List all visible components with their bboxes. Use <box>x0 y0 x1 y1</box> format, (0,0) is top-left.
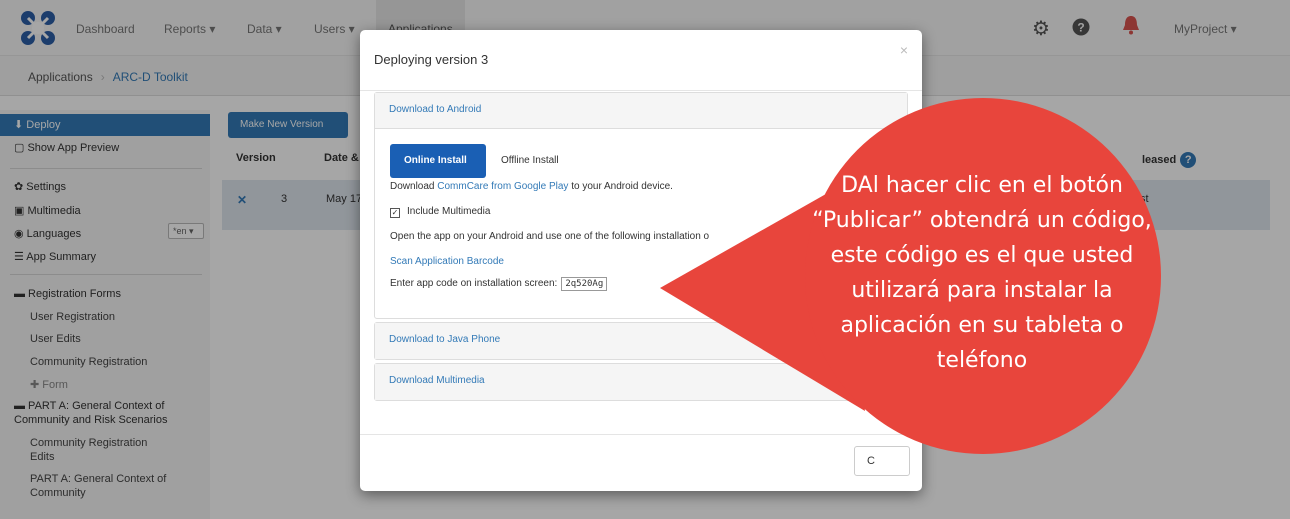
include-multimedia-checkbox[interactable]: ✓ <box>390 208 400 218</box>
modal-close-icon[interactable]: × <box>900 42 908 58</box>
include-multimedia-label: Include Multimedia <box>407 206 491 217</box>
download-commcare-text: Download CommCare from Google Play to yo… <box>390 181 673 192</box>
download-prefix: Download <box>390 181 435 192</box>
app-code-label: Enter app code on installation screen: <box>390 278 558 289</box>
app-code-row: Enter app code on installation screen: 2q… <box>390 277 608 291</box>
app-code-value: 2q520Ag <box>561 277 608 291</box>
modal-title: Deploying version 3 <box>374 52 489 67</box>
callout-text: DAl hacer clic en el botón “Publicar” ob… <box>812 173 1152 373</box>
online-install-button[interactable]: Online Install <box>390 144 486 178</box>
commcare-play-link[interactable]: CommCare from Google Play <box>437 181 568 192</box>
include-multimedia-row: ✓ Include Multimedia <box>390 206 490 218</box>
offline-install-tab[interactable]: Offline Install <box>501 155 559 166</box>
scan-barcode-link[interactable]: Scan Application Barcode <box>390 256 504 267</box>
